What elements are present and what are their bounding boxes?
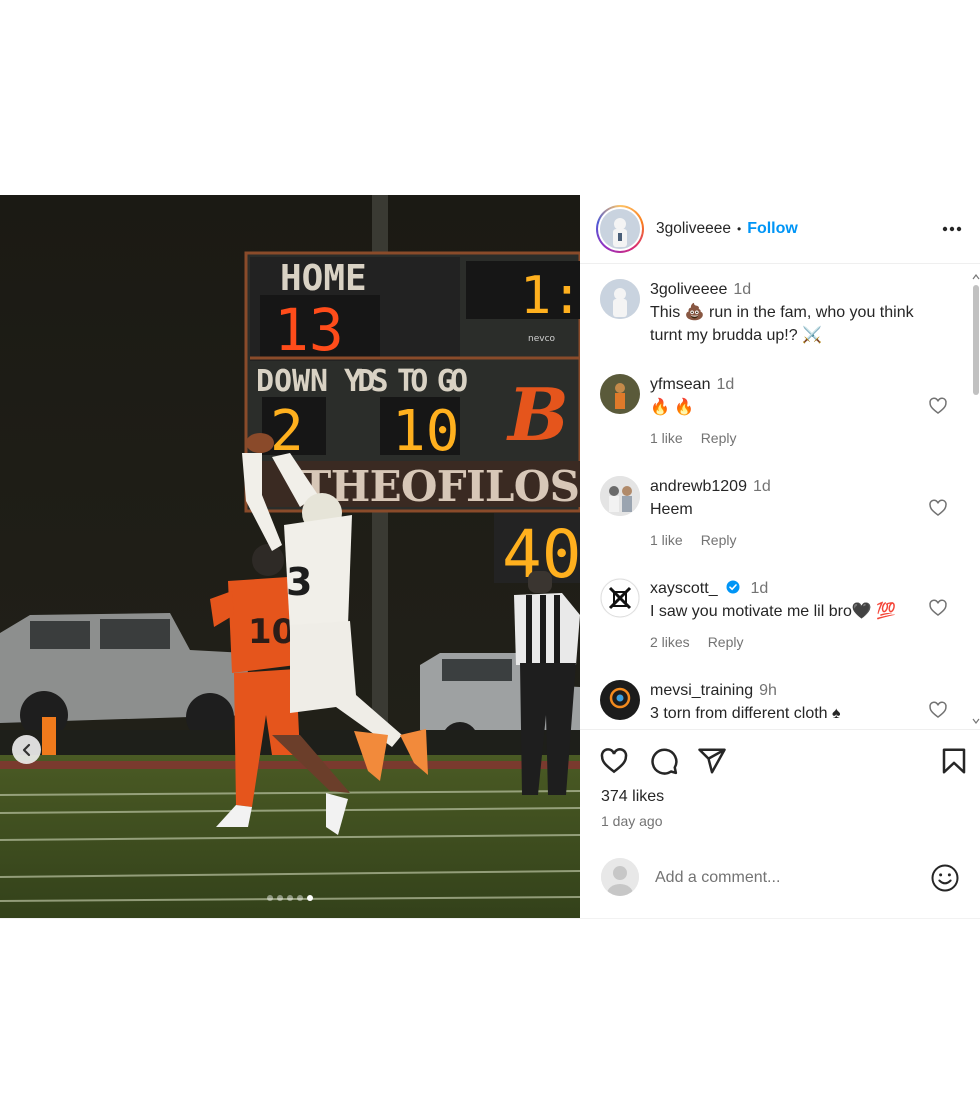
current-user-avatar (601, 858, 639, 896)
comment-avatar[interactable] (600, 279, 640, 319)
heart-icon[interactable] (928, 396, 948, 416)
comment-likes[interactable]: 2 likes (650, 631, 690, 653)
scrollbar-thumb[interactable] (973, 285, 979, 395)
comment-avatar[interactable] (600, 476, 640, 516)
comment-username[interactable]: andrewb1209 (650, 478, 747, 495)
comment-avatar[interactable] (600, 578, 640, 618)
comment-text: I saw you motivate me lil bro🖤 💯 (650, 603, 897, 620)
carousel-dot[interactable] (297, 895, 303, 901)
carousel-dot[interactable] (287, 895, 293, 901)
carousel-dots (0, 895, 580, 901)
bottom-divider (0, 918, 980, 919)
heart-icon[interactable] (928, 598, 948, 618)
scoreboard-brand: nevco (528, 334, 556, 344)
comment-text: This 💩 run in the fam, who you think tur… (650, 304, 914, 344)
comment-time[interactable]: 1d (751, 580, 769, 597)
more-horizontal-icon[interactable] (940, 217, 964, 241)
reply-button[interactable]: Reply (701, 427, 737, 449)
scoreboard-clock: 1:0 (520, 266, 580, 326)
comment-icon[interactable] (649, 746, 679, 776)
comment-username[interactable]: 3goliveeee (650, 281, 727, 298)
comment-likes[interactable]: 1 like (650, 427, 683, 449)
comments-list[interactable]: 3goliveeee 1d This 💩 run in the fam, who … (580, 265, 972, 727)
comment-time[interactable]: 1d (733, 281, 751, 298)
scroll-up-icon[interactable] (972, 273, 980, 281)
comments-scrollbar[interactable] (972, 273, 980, 725)
post-timestamp[interactable]: 1 day ago (601, 813, 663, 829)
add-comment-input[interactable] (655, 866, 915, 890)
author-username[interactable]: 3goliveeee (656, 220, 731, 238)
comment-username[interactable]: yfmsean (650, 376, 710, 393)
scoreboard-down-label: DOWN (256, 364, 328, 399)
avatar-photo (600, 209, 640, 249)
previous-photo-button[interactable] (12, 735, 41, 764)
receiver-jersey-number: 3 (286, 560, 312, 604)
comment-time[interactable]: 9h (759, 682, 777, 699)
follow-button[interactable]: Follow (747, 220, 798, 238)
comment-time[interactable]: 1d (716, 376, 734, 393)
football-photo: HOME 13 1:0 nevco DOWN YDS TO GO 2 10 B … (0, 195, 580, 919)
author-avatar[interactable] (596, 205, 644, 253)
comment-text: 🔥 🔥 (650, 399, 695, 416)
scroll-down-icon[interactable] (972, 717, 980, 725)
reply-button[interactable]: Reply (701, 529, 737, 551)
comment-text: 3 torn from different cloth ♠ (650, 705, 841, 722)
comment-avatar[interactable] (600, 374, 640, 414)
scoreboard-home-score: 13 (274, 296, 344, 364)
emoji-icon[interactable] (930, 863, 960, 893)
scoreboard-home-label: HOME (280, 258, 367, 299)
heart-icon[interactable] (928, 498, 948, 518)
chevron-left-icon (22, 743, 30, 756)
comment-text: Heem (650, 501, 693, 518)
post-side-panel: 3goliveeee • Follow 3goliveeee 1d This 💩 … (580, 195, 980, 919)
comment-username[interactable]: mevsi_training (650, 682, 753, 699)
scoreboard-yds-label: YDS TO GO (344, 364, 468, 399)
bookmark-icon[interactable] (939, 746, 969, 776)
comment-avatar[interactable] (600, 680, 640, 720)
comment-likes[interactable]: 1 like (650, 529, 683, 551)
scoreboard-sponsor: THEOFILOS (300, 462, 580, 511)
verified-badge-icon (726, 580, 740, 594)
carousel-dot-active[interactable] (307, 895, 313, 901)
heart-icon[interactable] (599, 746, 629, 776)
scoreboard-logo: B (506, 372, 569, 457)
comment-composer (580, 848, 980, 918)
reply-button[interactable]: Reply (708, 631, 744, 653)
football (246, 433, 274, 453)
likes-count[interactable]: 374 likes (601, 788, 664, 806)
post-header: 3goliveeee • Follow (580, 195, 980, 264)
share-icon[interactable] (697, 746, 727, 776)
carousel-dot[interactable] (277, 895, 283, 901)
post-actions: 374 likes 1 day ago (580, 729, 980, 919)
comment-username[interactable]: xayscott_ (650, 580, 718, 597)
defender-jersey-number: 10 (248, 612, 295, 652)
post-photo[interactable]: HOME 13 1:0 nevco DOWN YDS TO GO 2 10 B … (0, 195, 580, 919)
comment-time[interactable]: 1d (753, 478, 771, 495)
carousel-dot[interactable] (267, 895, 273, 901)
header-separator: • (736, 222, 742, 236)
scoreboard-yds: 10 (392, 399, 459, 464)
heart-icon[interactable] (928, 700, 948, 720)
